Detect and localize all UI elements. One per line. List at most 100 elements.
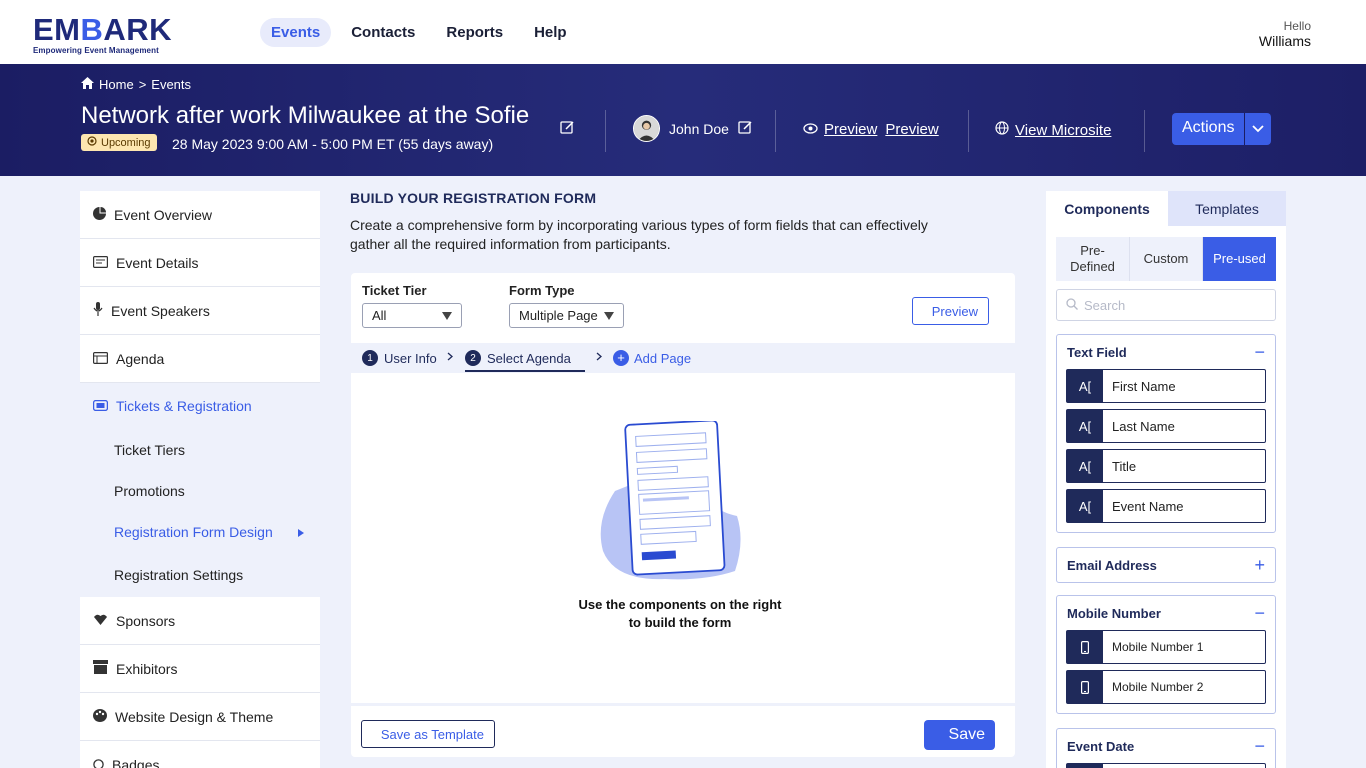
divider	[968, 110, 969, 152]
top-navbar: EMBARK Empowering Event Management Event…	[0, 0, 1366, 64]
segment-pre-used[interactable]: Pre-used	[1203, 237, 1276, 281]
sidebar-subitem-promotions[interactable]: Promotions	[80, 470, 320, 511]
microphone-icon	[93, 302, 103, 319]
step-number: 2	[465, 350, 481, 366]
sidebar-item-tickets-registration[interactable]: Tickets & Registration	[80, 383, 320, 429]
component-search	[1056, 289, 1276, 321]
form-preview-button[interactable]: Preview	[912, 297, 989, 325]
nav-events[interactable]: Events	[260, 18, 332, 47]
group-header[interactable]: Event Date −	[1057, 729, 1275, 763]
tab-components[interactable]: Components	[1046, 191, 1168, 226]
sidebar-item-label: Sponsors	[116, 612, 176, 629]
view-microsite-link[interactable]: View Microsite	[995, 121, 1111, 139]
sidebar-item-agenda[interactable]: Agenda	[80, 335, 320, 383]
divider	[605, 110, 606, 152]
form-builder-card: Ticket Tier All Form Type Multiple Page …	[351, 273, 1015, 757]
component-first-name[interactable]: A[ First Name	[1066, 369, 1266, 403]
group-title: Mobile Number	[1067, 605, 1161, 621]
nav-reports[interactable]: Reports	[435, 18, 514, 47]
actions-button[interactable]: Actions	[1172, 113, 1245, 145]
ticket-tier-select[interactable]: All	[362, 303, 462, 328]
sidebar-subitem-registration-settings[interactable]: Registration Settings	[80, 552, 320, 597]
sidebar-subitem-ticket-tiers[interactable]: Ticket Tiers	[80, 429, 320, 470]
chevron-down-icon[interactable]	[1244, 113, 1272, 145]
user-greeting: Hello	[1283, 19, 1311, 33]
component-label: Mobile Number 2	[1112, 680, 1204, 694]
collapse-icon[interactable]: −	[1254, 603, 1265, 624]
expand-icon[interactable]: +	[1254, 555, 1265, 576]
agenda-icon	[93, 351, 109, 367]
details-icon	[93, 255, 109, 271]
form-page-steps: 1 User Info 2 Select Agenda + Add Page	[351, 343, 1015, 373]
logo-tagline: Empowering Event Management	[33, 46, 159, 55]
component-title[interactable]: A[ Title	[1066, 449, 1266, 483]
sidebar-item-label: Exhibitors	[116, 660, 178, 677]
sidebar-item-event-speakers[interactable]: Event Speakers	[80, 287, 320, 335]
event-sidebar: Event Overview Event Details Event Speak…	[80, 191, 320, 768]
sidebar-group-tickets-registration: Tickets & Registration Ticket Tiers Prom…	[80, 383, 320, 597]
user-name: Williams	[1258, 33, 1311, 49]
handshake-icon	[93, 613, 108, 629]
nav-contacts[interactable]: Contacts	[340, 18, 426, 47]
embark-logo[interactable]: EMBARK Empowering Event Management	[33, 14, 172, 55]
group-mobile-number: Mobile Number − Mobile Number 1 Mobile N…	[1056, 595, 1276, 714]
ticket-tier-label: Ticket Tier	[362, 283, 427, 298]
divider	[1144, 110, 1145, 152]
collapse-icon[interactable]: −	[1254, 736, 1265, 757]
sidebar-item-sponsors[interactable]: Sponsors	[80, 597, 320, 645]
step-label: Select Agenda	[487, 350, 571, 366]
step-select-agenda[interactable]: 2 Select Agenda	[465, 350, 571, 366]
main-nav: Events Contacts Reports Help	[260, 18, 587, 47]
component-label: Title	[1112, 458, 1137, 474]
segment-pre-defined[interactable]: Pre-Defined	[1056, 237, 1130, 281]
component-event-name[interactable]: A[Event Name	[1066, 489, 1266, 523]
breadcrumb-current[interactable]: Events	[151, 77, 191, 92]
nav-help[interactable]: Help	[523, 18, 578, 47]
sidebar-item-event-overview[interactable]: Event Overview	[80, 191, 320, 239]
save-button[interactable]: Save	[924, 720, 995, 750]
actions-dropdown[interactable]: Actions	[1172, 113, 1272, 145]
sidebar-item-website-design-theme[interactable]: Website Design & Theme	[80, 693, 320, 741]
event-banner: Home > Events Network after work Milwauk…	[0, 64, 1366, 176]
breadcrumb-home[interactable]: Home	[99, 77, 134, 92]
home-icon[interactable]	[81, 77, 94, 92]
search-input[interactable]	[1084, 297, 1264, 313]
group-text-field: Text Field − A[ First Name A[Last Name A[…	[1056, 334, 1276, 533]
edit-owner-icon[interactable]	[738, 120, 753, 138]
sidebar-subitem-registration-form-design[interactable]: Registration Form Design	[80, 511, 320, 552]
form-type-select[interactable]: Multiple Page	[509, 303, 624, 328]
group-header[interactable]: Email Address +	[1057, 548, 1275, 582]
sidebar-item-exhibitors[interactable]: Exhibitors	[80, 645, 320, 693]
user-menu[interactable]: Hello Williams	[1259, 19, 1311, 49]
sidebar-item-label: Badges	[112, 756, 160, 768]
component-mobile-number-1[interactable]: Mobile Number 1	[1066, 630, 1266, 664]
status-icon	[87, 136, 97, 149]
sidebar-item-label: Website Design & Theme	[115, 708, 274, 725]
text-field-icon: A[	[1067, 450, 1103, 482]
tab-templates[interactable]: Templates	[1168, 191, 1286, 226]
components-panel: Components Templates Pre-Defined Custom …	[1046, 191, 1286, 768]
collapse-icon[interactable]: −	[1254, 342, 1265, 363]
edit-title-icon[interactable]	[560, 120, 575, 138]
sidebar-item-event-details[interactable]: Event Details	[80, 239, 320, 287]
save-as-template-button[interactable]: Save as Template	[361, 720, 495, 748]
add-page-button[interactable]: + Add Page	[613, 350, 691, 366]
component-last-name[interactable]: A[Last Name	[1066, 409, 1266, 443]
preview-link[interactable]: Preview Preview	[803, 121, 939, 138]
group-header[interactable]: Mobile Number −	[1057, 596, 1275, 630]
group-event-date: Event Date −	[1056, 728, 1276, 768]
event-title: Network after work Milwaukee at the Sofi…	[81, 102, 530, 129]
segment-custom[interactable]: Custom	[1130, 237, 1203, 281]
component-label: First Name	[1112, 378, 1176, 394]
sidebar-item-badges[interactable]: Badges	[80, 741, 320, 768]
component-event-date[interactable]	[1066, 763, 1266, 768]
text-field-icon: A[	[1067, 370, 1103, 402]
sidebar-item-label: Event Overview	[114, 206, 213, 223]
component-mobile-number-2[interactable]: Mobile Number 2	[1066, 670, 1266, 704]
subitem-label: Registration Form Design	[114, 523, 273, 540]
breadcrumb-separator: >	[138, 77, 147, 92]
step-user-info[interactable]: 1 User Info	[362, 350, 437, 366]
group-header[interactable]: Text Field −	[1057, 335, 1275, 369]
status-badge: Upcoming	[81, 134, 157, 151]
calendar-icon	[1067, 764, 1103, 768]
